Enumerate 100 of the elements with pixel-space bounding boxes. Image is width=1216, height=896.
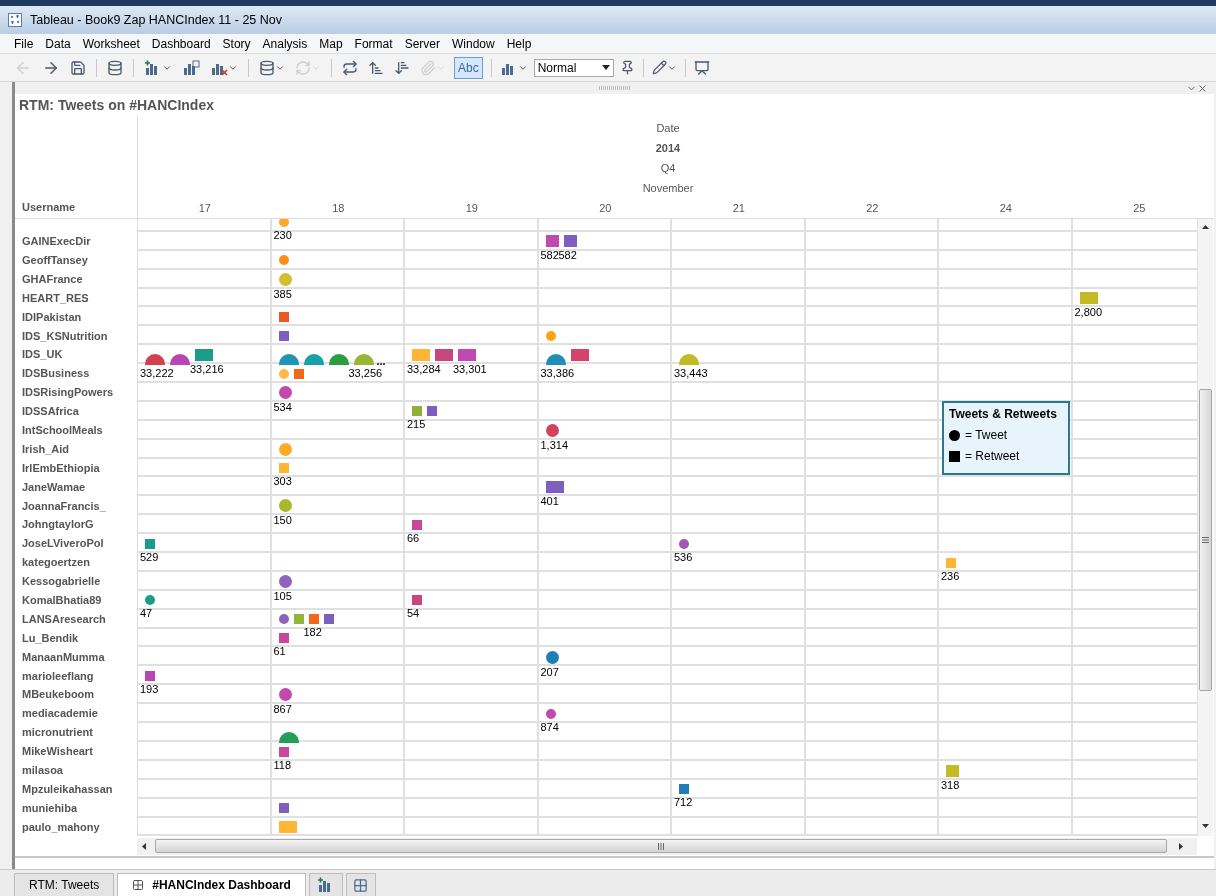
grip-icon [1202,537,1209,543]
sheet-tab[interactable]: #HANCIndex Dashboard [117,873,306,896]
day-header: 18 [332,200,345,216]
save-icon [70,59,86,76]
sheet-tab[interactable]: RTM: Tweets [14,873,115,896]
date-header-label: Q4 [660,161,676,175]
mark-label: 712 [674,796,693,810]
legend-title: Tweets & Retweets [949,406,1058,423]
username-label: IDIPakistan [22,309,82,325]
day-header: 20 [599,200,612,216]
menu-item[interactable]: Analysis [262,34,308,53]
mark-label: 534 [273,401,292,415]
refresh-icon [295,59,311,76]
mark-label: 385 [273,287,292,301]
highlighter-button[interactable] [651,60,677,75]
row-field-header: Username [22,199,76,215]
show-labels-button[interactable]: Abc [454,56,483,79]
scroll-up-icon[interactable] [1202,225,1209,229]
drag-handle-icon[interactable] [599,86,631,90]
mark-label: 33,256 [348,366,383,380]
database-icon [107,59,123,76]
pin-icon[interactable] [619,60,635,75]
sort-ascending-icon [368,59,384,76]
day-header: 25 [1133,200,1146,216]
scroll-thumb[interactable] [155,839,1167,853]
mark-label: 33,284 [407,362,441,376]
username-label: muniehiba [22,800,77,816]
day-header: 19 [465,200,478,216]
menu-item[interactable]: File [14,34,34,53]
username-label: IDS_KSNutrition [22,328,108,344]
username-label: IrlEmbEthiopia [22,460,100,476]
legend-label: = Retweet [965,448,1020,465]
presentation-icon[interactable] [693,59,710,76]
date-header-label: Date [656,121,680,135]
username-label: IDSBusiness [22,366,90,382]
username-label: ManaanMumma [22,649,105,665]
mark-label: 33,216 [190,362,224,376]
username-label: IDSRisingPowers [22,385,114,401]
scroll-down-icon[interactable] [1202,824,1209,828]
menu-item[interactable]: Story [222,34,251,53]
grid-plus-icon [353,877,369,893]
mark-label: 193 [140,683,159,697]
username-label: GHAFrance [22,271,83,287]
horizontal-scrollbar[interactable] [137,837,1197,855]
menu-item[interactable]: Window [451,34,495,53]
more-marks-indicator: ... [376,355,386,367]
username-label: kategoertzen [22,555,90,571]
swap-icon [342,59,358,76]
mark-label: 582 [558,249,577,263]
scroll-left-icon[interactable] [142,842,146,850]
username-label: HEART_RES [22,290,89,306]
window-title: Tableau - Book9 Zap HANCIndex 11 - 25 Nov [30,11,282,29]
menu-item[interactable]: Format [354,34,393,53]
menu-item[interactable]: Worksheet [82,34,140,53]
database-icon [259,59,275,76]
username-label: GeoffTansey [22,252,88,268]
fit-select[interactable]: Normal [533,58,614,77]
mark-label: 874 [540,720,559,734]
mark-label: 150 [273,514,292,528]
menu-item[interactable]: Map [319,34,343,53]
menu-item[interactable]: Dashboard [151,34,211,53]
scroll-right-icon[interactable] [1179,842,1183,850]
menu-item[interactable]: Data [45,34,71,53]
paperclip-icon [420,59,436,76]
new-dashboard-tab[interactable] [345,873,376,896]
date-header-label: 2014 [655,141,681,155]
mark-label: 66 [407,531,420,545]
username-label: JoseLViveroPol [22,536,104,552]
new-worksheet-tab[interactable] [308,873,343,896]
menu-item[interactable]: Server [404,34,440,53]
close-icon[interactable] [1197,82,1208,94]
mark-label: 318 [941,778,960,792]
mark-label: 207 [540,665,559,679]
mark-label: 33,443 [674,366,708,380]
dashboard-icon [132,879,145,891]
mark-label: 536 [674,550,693,564]
username-label: IntSchoolMeals [22,423,103,438]
username-label: mediacademie [22,706,98,722]
username-label: GAINExecDir [22,234,91,250]
day-header: 21 [732,200,745,216]
day-header: 22 [866,200,879,216]
username-label: Lu_Bendik [22,630,79,646]
vertical-scrollbar[interactable] [1197,219,1213,836]
username-label: Kessogabrielle [22,574,101,590]
sheet-title: RTM: Tweets on #HANCIndex [19,95,214,115]
username-label: JoannaFrancis_ [22,498,106,514]
chart-copy-icon [182,59,200,76]
username-label: MBeukeboom [22,687,95,703]
username-label: paulo_mahony [22,819,100,835]
scroll-thumb[interactable] [1199,389,1212,691]
dropdown-caret-icon [601,65,610,70]
username-label: KomalBhatia89 [22,593,102,608]
mark-label: 303 [273,475,292,489]
mark-label: 33,222 [140,366,174,380]
app-logo-icon [8,13,22,27]
grip-icon [658,842,664,850]
username-label: LANSAresearch [22,611,106,627]
menu-item[interactable]: Help [506,34,532,53]
mark-label: 582 [540,249,559,263]
username-label: marioleeflang [22,668,94,684]
